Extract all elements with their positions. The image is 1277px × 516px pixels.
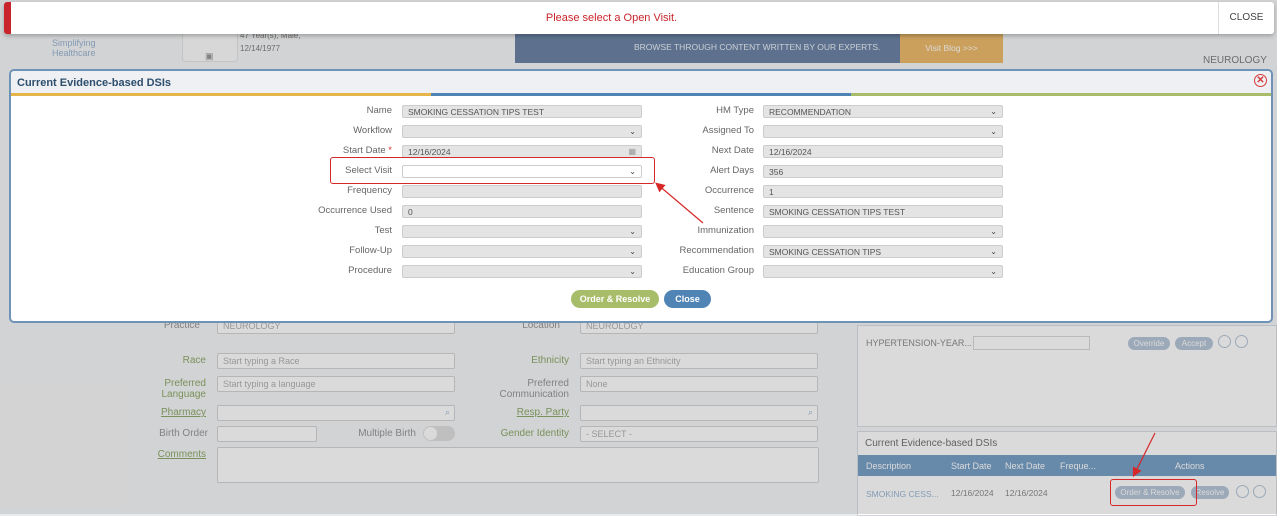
annotation-arrows — [655, 182, 1156, 478]
arrow-to-order-resolve — [1132, 432, 1156, 478]
arrow-to-select-visit — [655, 182, 704, 224]
